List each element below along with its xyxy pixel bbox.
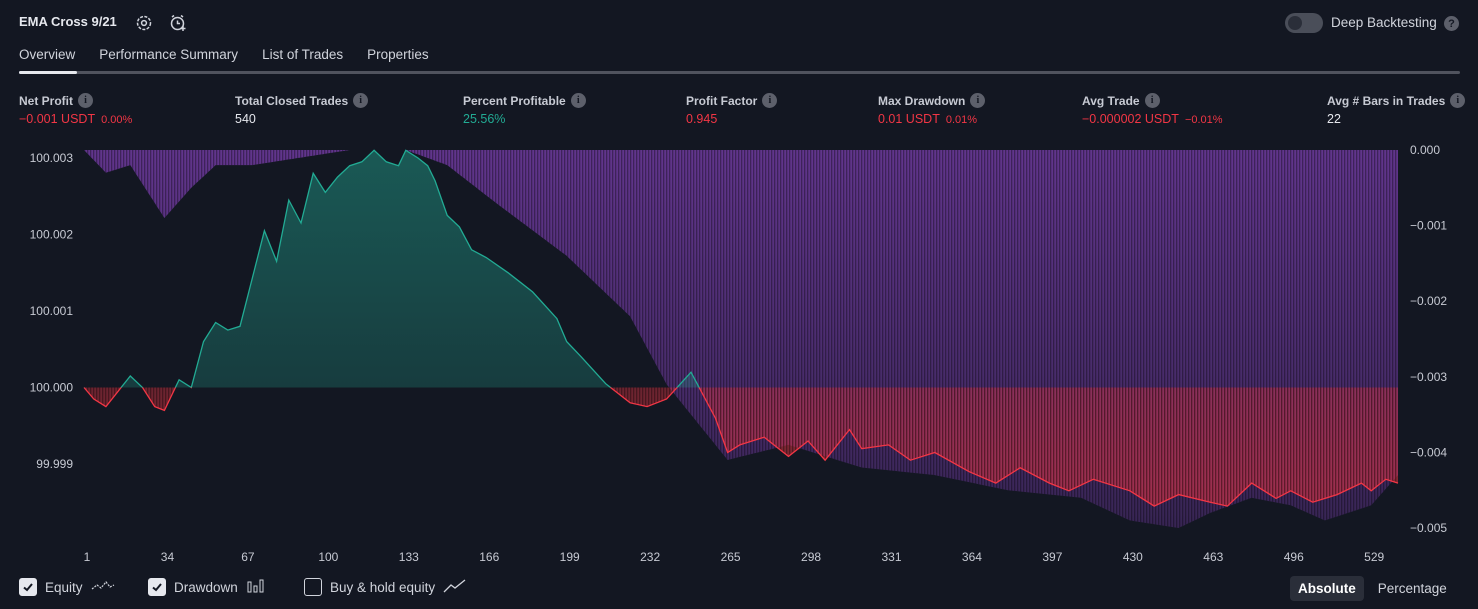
left-axis-tick: 100.001 [30, 304, 74, 318]
buy-hold-label: Buy & hold equity [330, 579, 436, 595]
x-axis-tick: 199 [560, 550, 580, 564]
right-axis-tick: −0.003 [1410, 370, 1447, 384]
x-axis-tick: 529 [1364, 550, 1384, 564]
absolute-button[interactable]: Absolute [1290, 575, 1364, 601]
x-axis-tick: 1 [84, 550, 91, 564]
left-axis-tick: 100.003 [30, 151, 74, 165]
x-axis-tick: 67 [241, 550, 255, 564]
bar-chart-icon [246, 579, 268, 596]
x-axis-tick: 331 [881, 550, 901, 564]
x-axis-tick: 430 [1123, 550, 1143, 564]
x-axis-tick: 298 [801, 550, 821, 564]
right-axis-tick: −0.002 [1410, 294, 1447, 308]
drawdown-label: Drawdown [174, 579, 238, 595]
right-axis-tick: −0.005 [1410, 521, 1447, 535]
equity-chart[interactable]: 100.003 100.002 100.001 100.000 99.999 0.000 −… [0, 0, 1478, 609]
buy-hold-checkbox[interactable] [304, 578, 322, 596]
legend-equity[interactable]: Equity [19, 578, 115, 596]
legend-drawdown[interactable]: Drawdown [148, 578, 268, 596]
right-axis-tick: −0.001 [1410, 219, 1447, 233]
right-axis-tick: −0.004 [1410, 445, 1447, 459]
x-axis-tick: 133 [399, 550, 419, 564]
drawdown-checkbox[interactable] [148, 578, 166, 596]
x-axis-tick: 463 [1203, 550, 1223, 564]
trend-line-icon [443, 578, 467, 596]
x-axis-tick: 496 [1284, 550, 1304, 564]
display-mode-switch: Absolute Percentage [1290, 574, 1455, 602]
left-axis-tick: 99.999 [36, 457, 73, 471]
left-axis-tick: 100.000 [30, 381, 74, 395]
x-axis-tick: 100 [318, 550, 338, 564]
left-axis-tick: 100.002 [30, 228, 74, 242]
x-axis-tick: 364 [962, 550, 982, 564]
x-axis-tick: 232 [640, 550, 660, 564]
equity-label: Equity [45, 579, 83, 595]
equity-line-icon [91, 579, 115, 596]
legend-buy-hold[interactable]: Buy & hold equity [304, 578, 467, 596]
equity-checkbox[interactable] [19, 578, 37, 596]
x-axis-tick: 265 [721, 550, 741, 564]
x-axis-tick: 34 [161, 550, 175, 564]
x-axis-tick: 166 [479, 550, 499, 564]
percentage-button[interactable]: Percentage [1370, 576, 1455, 601]
right-axis-tick: 0.000 [1410, 143, 1440, 157]
x-axis-tick: 397 [1042, 550, 1062, 564]
